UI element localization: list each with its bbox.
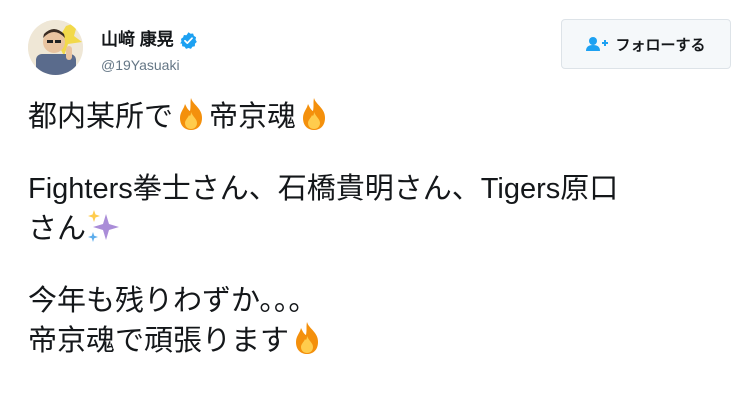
display-name-text: 山﨑 康晃 [101,30,174,49]
fire-emoji-icon [303,98,326,130]
tweet-header: 山﨑 康晃 @19Yasuaki フォローする [28,16,733,80]
tweet-text-segment: 帝京魂で頑張ります [28,325,290,357]
verified-badge-icon [179,31,198,50]
user-names: 山﨑 康晃 @19Yasuaki [101,30,198,73]
sparkles-emoji-icon [88,210,120,242]
user-handle[interactable]: @19Yasuaki [101,57,198,73]
avatar[interactable] [28,20,83,75]
tweet-text-segment: 都内某所で [28,101,174,133]
tweet-text: 都内某所で 帝京魂 Fighters拳士さん、石橋貴明さん、Tigers原口 さ… [28,96,728,360]
tweet-line-2: Fighters拳士さん、石橋貴明さん、Tigers原口 さん [28,170,728,248]
tweet-text-segment: 帝京魂 [209,101,297,133]
follow-button-label: フォローする [615,36,706,54]
tweet-text-segment: さん [28,213,87,245]
tweet-text-segment: Fighters拳士さん、石橋貴明さん、Tigers原口 [28,173,619,205]
fire-emoji-icon [180,98,203,130]
add-user-icon [586,37,609,51]
user-display-name[interactable]: 山﨑 康晃 [101,30,198,50]
follow-button[interactable]: フォローする [561,19,731,69]
tweet-text-segment: 今年も残りわずか。。。 [28,285,318,317]
fire-emoji-icon [296,322,319,354]
tweet-line-1: 都内某所で 帝京魂 [28,96,728,136]
avatar-image [28,20,83,75]
tweet-line-3: 今年も残りわずか。。。 帝京魂で頑張ります [28,282,728,360]
